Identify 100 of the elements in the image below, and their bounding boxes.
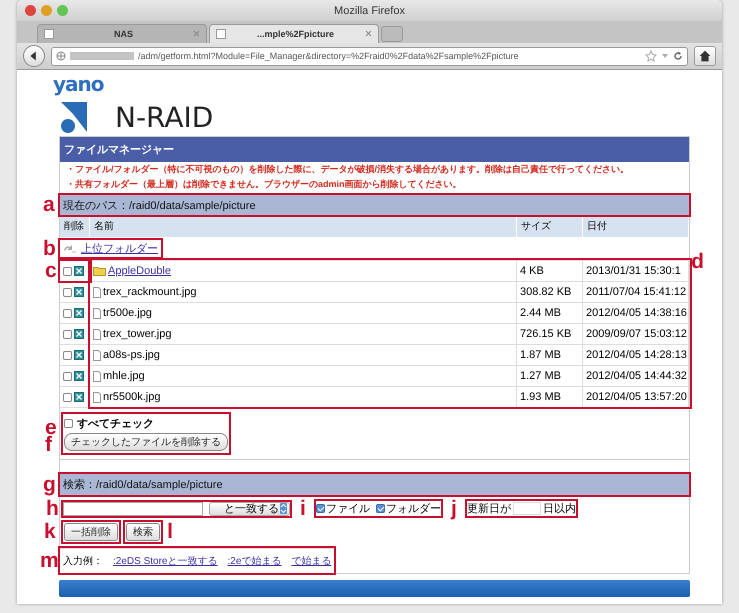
example-link[interactable]: :2eDS Storeと一致する bbox=[113, 554, 218, 568]
file-icon bbox=[93, 308, 101, 318]
file-name: trex_tower.jpg bbox=[103, 328, 172, 340]
close-icon[interactable] bbox=[25, 5, 36, 16]
callout-letter: k bbox=[44, 520, 56, 544]
file-size: 2.44 MB bbox=[517, 303, 583, 323]
check-all-label: すべてチェック bbox=[77, 417, 154, 431]
checkbox[interactable] bbox=[63, 330, 72, 338]
file-name: trex_rackmount.jpg bbox=[103, 286, 197, 298]
search-field[interactable] bbox=[63, 502, 203, 516]
delete-checked-button[interactable]: チェックしたファイルを削除する bbox=[64, 433, 228, 451]
example-link[interactable]: で始まる bbox=[291, 554, 332, 568]
match-dropdown[interactable]: と一致する bbox=[209, 502, 290, 516]
dropdown-icon[interactable] bbox=[661, 52, 669, 60]
delete-icon[interactable] bbox=[74, 266, 84, 276]
file-icon bbox=[93, 370, 101, 382]
callout-letter: g bbox=[43, 472, 56, 496]
page-icon bbox=[216, 29, 226, 39]
delete-icon[interactable] bbox=[74, 287, 84, 297]
checkbox[interactable] bbox=[376, 504, 385, 513]
example-link[interactable]: :2eで始まる bbox=[227, 554, 282, 568]
file-name: tr500e.jpg bbox=[103, 307, 152, 319]
file-date: 2011/07/04 15:41:12 bbox=[583, 282, 689, 302]
file-name: a08s-ps.jpg bbox=[103, 349, 160, 361]
page-icon bbox=[44, 29, 54, 39]
star-icon[interactable] bbox=[645, 50, 657, 62]
clear-button[interactable]: 一括削除 bbox=[64, 523, 118, 541]
back-icon[interactable] bbox=[23, 45, 45, 67]
delete-icon[interactable] bbox=[74, 308, 84, 318]
example-label: 入力例： bbox=[63, 554, 103, 568]
file-icon bbox=[93, 328, 101, 340]
callout-letter: j bbox=[451, 496, 457, 520]
column-header: サイズ bbox=[517, 215, 583, 237]
callout-letter: h bbox=[46, 496, 59, 520]
file-size: 1.27 MB bbox=[517, 366, 583, 386]
browser-tab[interactable]: ...mple%2Fpicture bbox=[209, 24, 379, 43]
checkbox[interactable] bbox=[316, 504, 325, 513]
logo-icon bbox=[59, 100, 89, 134]
file-size: 1.93 MB bbox=[517, 387, 583, 407]
checkbox[interactable] bbox=[63, 392, 72, 402]
redacted-block bbox=[70, 52, 134, 60]
file-size: 726.15 KB bbox=[517, 324, 583, 344]
checkbox[interactable] bbox=[63, 288, 72, 296]
checkbox[interactable] bbox=[63, 266, 72, 276]
file-name: nr5500k.jpg bbox=[103, 391, 160, 403]
file-date: 2012/04/05 13:57:20 bbox=[583, 387, 689, 407]
delete-icon[interactable] bbox=[74, 371, 84, 381]
date-label: 更新日が bbox=[467, 502, 511, 516]
file-date: 2013/01/31 15:30:1 bbox=[583, 261, 689, 281]
globe-icon bbox=[56, 51, 66, 61]
file-date: 2012/04/05 14:28:13 bbox=[583, 345, 689, 365]
file-date: 2012/04/05 14:44:32 bbox=[583, 366, 689, 386]
home-icon[interactable] bbox=[694, 46, 716, 66]
search-button[interactable]: 検索 bbox=[126, 523, 160, 541]
file-icon bbox=[93, 392, 101, 402]
date-unit: 日以内 bbox=[543, 502, 576, 516]
file-name: mhle.jpg bbox=[103, 370, 145, 382]
checkbox[interactable] bbox=[63, 372, 72, 380]
file-date: 2009/09/07 15:03:12 bbox=[583, 324, 689, 344]
callout-letter: a bbox=[43, 193, 55, 217]
window-title: Mozilla Firefox bbox=[334, 4, 405, 16]
parent-folder-icon bbox=[63, 244, 77, 254]
callout-letter: l bbox=[167, 520, 173, 544]
product-name: N-RAID bbox=[115, 100, 214, 134]
checkbox[interactable] bbox=[63, 308, 72, 318]
file-size: 1.87 MB bbox=[517, 345, 583, 365]
brand-logo: yano bbox=[53, 74, 104, 94]
delete-icon[interactable] bbox=[74, 350, 84, 360]
parent-folder-link[interactable]: 上位フォルダー bbox=[63, 241, 158, 256]
current-path: 現在のパス：/raid0/data/sample/picture bbox=[63, 198, 256, 212]
search-path: 検索：/raid0/data/sample/picture bbox=[63, 478, 223, 492]
checkbox[interactable] bbox=[64, 419, 73, 428]
file-size: 4 KB bbox=[517, 261, 583, 281]
delete-icon[interactable] bbox=[74, 392, 84, 402]
file-icon bbox=[93, 350, 101, 360]
column-header: 削除 bbox=[60, 215, 90, 237]
reload-icon[interactable] bbox=[673, 51, 683, 61]
folder-icon bbox=[93, 266, 106, 276]
type-option-label: フォルダー bbox=[386, 502, 441, 516]
panel-title: ファイルマネージャー bbox=[60, 137, 689, 162]
days-field[interactable] bbox=[513, 502, 541, 515]
delete-icon[interactable] bbox=[74, 329, 84, 339]
folder-link[interactable]: AppleDouble bbox=[108, 265, 171, 277]
file-size: 308.82 KB bbox=[517, 282, 583, 302]
checkbox[interactable] bbox=[63, 350, 72, 360]
callout-letter: c bbox=[45, 259, 57, 283]
file-icon bbox=[93, 286, 101, 298]
stepper-icon bbox=[280, 503, 287, 514]
column-header: 名前 bbox=[90, 215, 517, 237]
callout-letter: b bbox=[43, 236, 56, 260]
address-field[interactable]: /adm/getform.html?Module=File_Manager&directory=%2Fraid0%2Fdata%2Fsample%2Fpicture bbox=[51, 46, 688, 66]
file-date: 2012/04/05 14:38:16 bbox=[583, 303, 689, 323]
type-option-label: ファイル bbox=[326, 502, 370, 516]
callout-letter: m bbox=[40, 549, 59, 573]
column-header: 日付 bbox=[583, 215, 689, 237]
callout-letter: i bbox=[300, 496, 306, 520]
warning-text: ・共有フォルダー（最上層）は削除できません。ブラウザーのadmin画面から削除してください。 bbox=[65, 178, 463, 191]
browser-tab[interactable]: NAS bbox=[37, 24, 207, 43]
warning-text: ・ファイル/フォルダー（特に不可視のもの）を削除した際に、データが破損/消失する場合があります。削除は自己責任で行ってください。 bbox=[65, 163, 630, 176]
callout-letter: d bbox=[691, 250, 704, 274]
